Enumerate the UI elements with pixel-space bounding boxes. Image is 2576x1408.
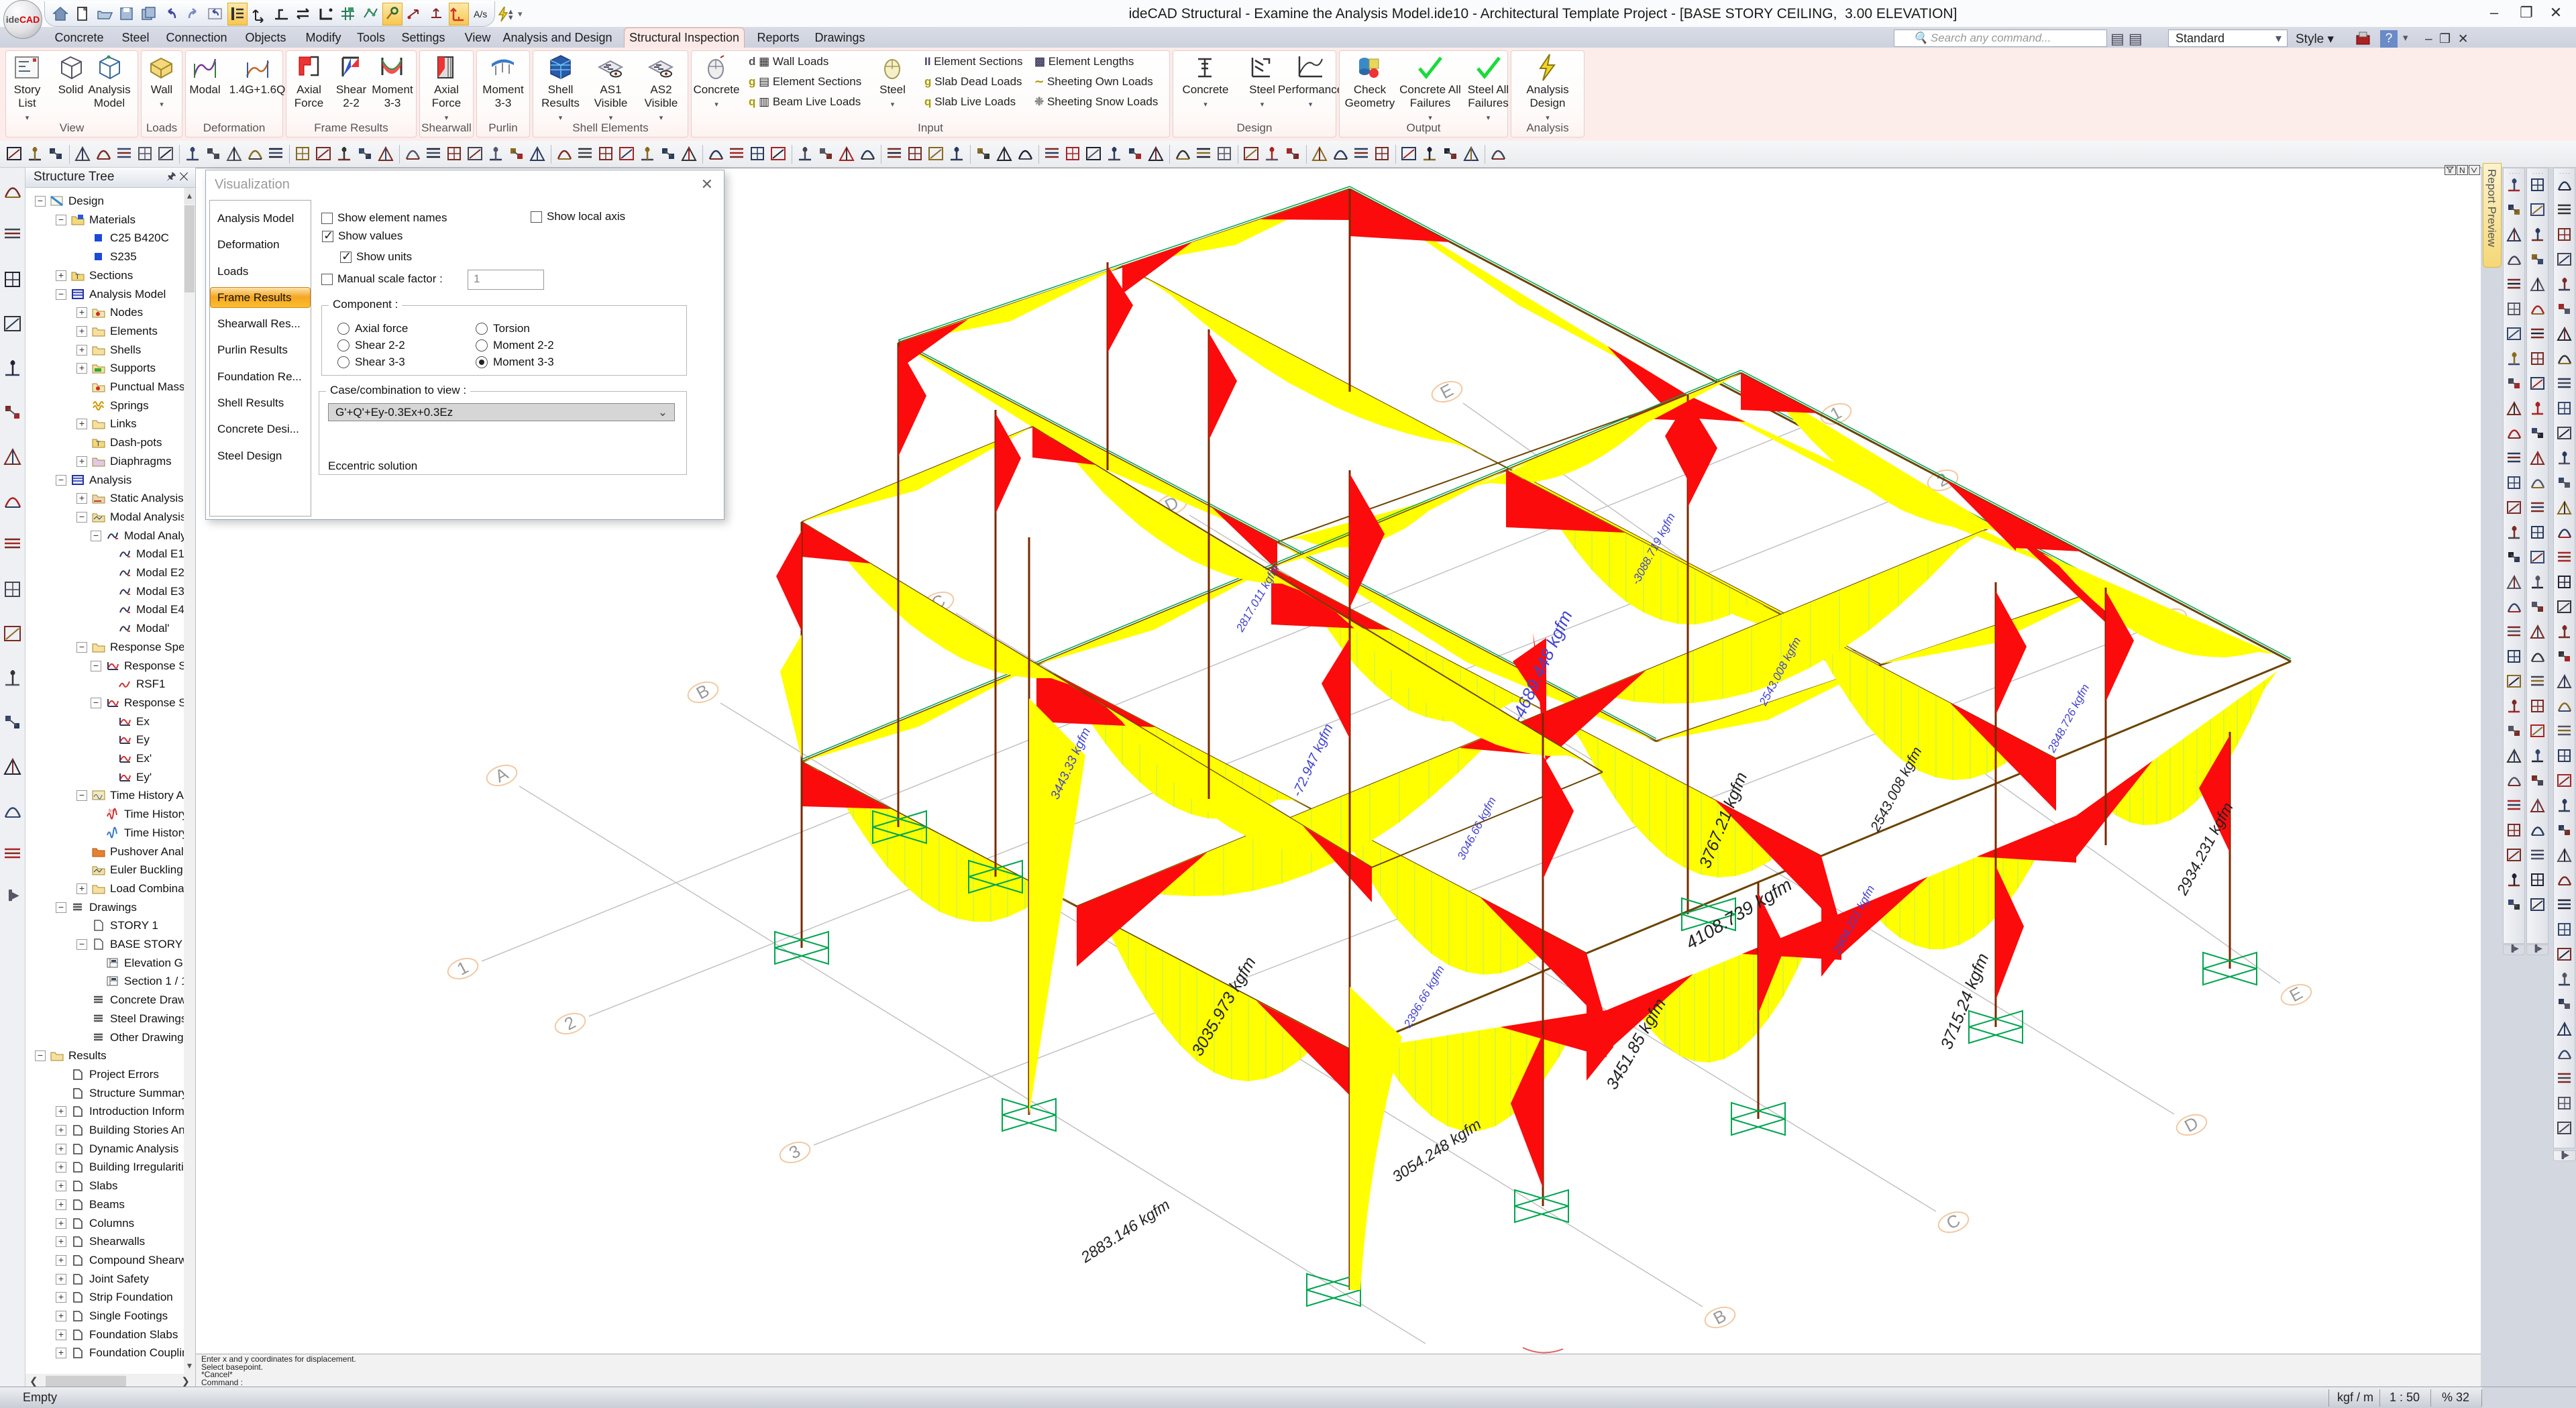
svg-text:3715.24 kgfm: 3715.24 kgfm — [1937, 951, 1993, 1052]
svg-text:T: T — [96, 440, 101, 448]
svg-text:A/s: A/s — [474, 9, 487, 19]
svg-text:fct: fct — [109, 809, 113, 814]
svg-text:1: 1 — [453, 957, 472, 979]
svg-text:2: 2 — [561, 1012, 579, 1034]
svg-text:T: T — [75, 273, 80, 281]
svg-text:N: N — [2459, 166, 2465, 175]
svg-text:3054.248 kgfm: 3054.248 kgfm — [1389, 1116, 1485, 1186]
svg-text:3: 3 — [786, 1140, 804, 1162]
svg-text:3046.66 kgfm: 3046.66 kgfm — [1455, 795, 1499, 862]
svg-text:2934.231 kgfm: 2934.231 kgfm — [2173, 800, 2237, 898]
svg-text:1: 1 — [1827, 402, 1845, 424]
svg-text:2848.726 kgfm: 2848.726 kgfm — [2045, 682, 2092, 755]
svg-text:-72.947 kgfm: -72.947 kgfm — [1290, 722, 1336, 799]
svg-text:2883.146 kgfm: 2883.146 kgfm — [1077, 1196, 1173, 1266]
svg-text:2543.008 kgfm: 2543.008 kgfm — [1868, 745, 1925, 834]
